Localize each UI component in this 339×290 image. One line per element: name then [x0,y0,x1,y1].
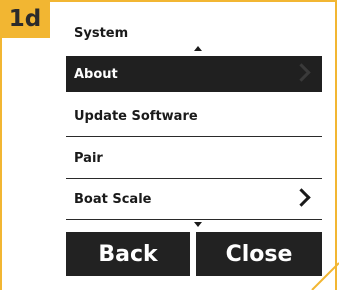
device-screen: System About Update Software Pair Boat S… [66,18,322,276]
menu-item-label: About [74,66,118,82]
menu-item-label: Boat Scale [74,191,152,207]
divider [66,219,322,220]
close-button[interactable]: Close [196,232,322,276]
divider [66,178,322,179]
scroll-up-icon[interactable] [194,46,202,51]
back-button[interactable]: Back [66,232,190,276]
chevron-right-icon [292,188,311,207]
menu-item-about[interactable]: About [66,56,322,92]
step-badge: 1d [0,0,50,38]
menu-item-label: Update Software [74,108,198,124]
menu-item-boat-scale[interactable]: Boat Scale [66,181,322,217]
menu-item-label: Pair [74,150,103,166]
scroll-down-icon[interactable] [194,222,202,227]
divider [66,136,322,137]
menu-item-pair[interactable]: Pair [66,140,322,176]
menu-title: System [74,26,129,41]
chevron-right-icon [292,63,311,82]
menu-item-update-software[interactable]: Update Software [66,98,322,134]
